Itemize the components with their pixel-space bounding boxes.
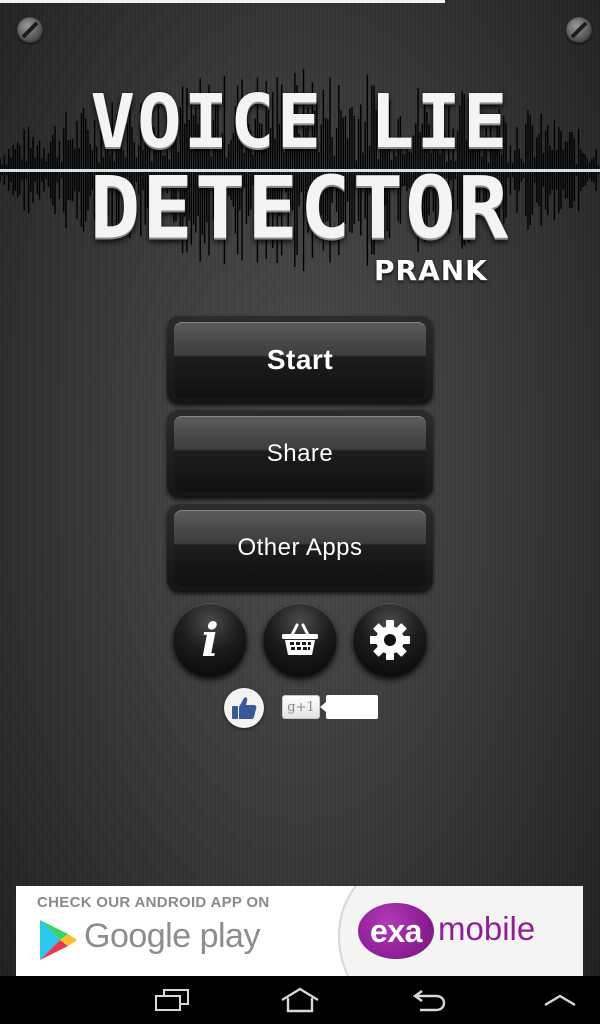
logo-title-line-2: DETECTOR (89, 158, 511, 258)
other-apps-button[interactable]: Other Apps (167, 504, 433, 592)
screw-top-left (17, 17, 43, 43)
recent-apps-icon (155, 989, 189, 1011)
thumbs-up-icon (232, 697, 257, 719)
share-button[interactable]: Share (167, 410, 433, 498)
start-button[interactable]: Start (167, 316, 433, 404)
ad-banner[interactable]: CHECK OUR ANDROID APP ON Google play exa… (16, 886, 583, 976)
ad-headline: CHECK OUR ANDROID APP ON (37, 894, 270, 911)
settings-button[interactable] (353, 603, 427, 677)
home-button[interactable] (268, 976, 332, 1024)
menu-icon (544, 994, 576, 1007)
share-button-label: Share (174, 416, 426, 492)
google-play-text: Google play (84, 917, 260, 955)
recent-apps-button[interactable] (140, 976, 204, 1024)
shopping-basket-icon (282, 623, 318, 655)
google-plus-count-bubble (320, 695, 378, 719)
gear-icon (370, 620, 410, 660)
logo-subtitle: PRANK (374, 254, 488, 287)
other-apps-button-label: Other Apps (174, 510, 426, 586)
home-icon (281, 987, 319, 1013)
screw-top-right (566, 17, 592, 43)
facebook-like-button[interactable] (224, 688, 264, 728)
app-logo: VOICE LIE DETECTOR PRANK (0, 60, 600, 300)
exa-brand-pill: exa (358, 903, 434, 959)
shop-button[interactable] (263, 603, 337, 677)
start-button-label: Start (174, 322, 426, 398)
overflow-menu-button[interactable] (528, 976, 592, 1024)
exa-brand-text: mobile (438, 910, 536, 947)
back-button[interactable] (398, 976, 462, 1024)
app-screen: VOICE LIE DETECTOR PRANK Start Share Oth… (0, 0, 600, 1024)
logo-title-line-1: VOICE LIE (90, 79, 510, 165)
info-icon: i (201, 613, 219, 667)
back-icon (412, 990, 446, 1012)
system-navigation-bar (0, 976, 600, 1024)
google-plus-one-button[interactable]: g+1 (282, 695, 320, 719)
info-button[interactable]: i (173, 603, 247, 677)
google-play-icon (40, 920, 77, 960)
top-strip (0, 0, 445, 3)
